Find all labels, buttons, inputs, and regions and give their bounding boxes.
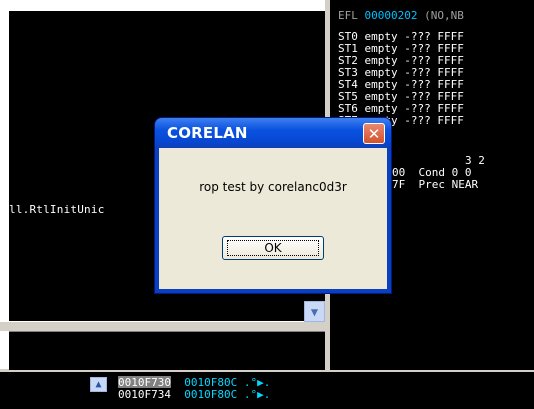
stack-row[interactable]: 0010F734 0010F80C .°▶.	[118, 388, 270, 401]
efl-register[interactable]: EFL 00000202 (NO,NB	[338, 10, 464, 22]
info-pane	[9, 331, 325, 370]
scroll-down-arrow-icon[interactable]: ▼	[304, 301, 325, 322]
close-icon: ✕	[367, 124, 381, 143]
focus-rectangle	[227, 240, 319, 256]
pane-separator-horizontal[interactable]	[0, 322, 330, 331]
close-button[interactable]: ✕	[363, 123, 385, 144]
efl-label: EFL	[338, 9, 358, 22]
efl-flags: (NO,NB	[424, 9, 464, 22]
message-box-dialog[interactable]: CORELAN ✕ rop test by corelanc0d3r OK	[155, 118, 391, 293]
scroll-up-arrow-icon[interactable]: ▲	[90, 377, 107, 392]
dialog-body: rop test by corelanc0d3r OK	[159, 148, 387, 289]
disassembly-line[interactable]: ll.RtlInitUnic	[9, 204, 105, 216]
fpu-prec-row[interactable]: 7F Prec NEAR	[392, 179, 478, 191]
dialog-message: rop test by corelanc0d3r	[199, 180, 347, 194]
dialog-titlebar[interactable]: CORELAN ✕	[155, 118, 391, 148]
ok-button[interactable]: OK	[222, 236, 324, 260]
dialog-title: CORELAN	[167, 124, 248, 142]
efl-value: 00000202	[364, 9, 418, 22]
